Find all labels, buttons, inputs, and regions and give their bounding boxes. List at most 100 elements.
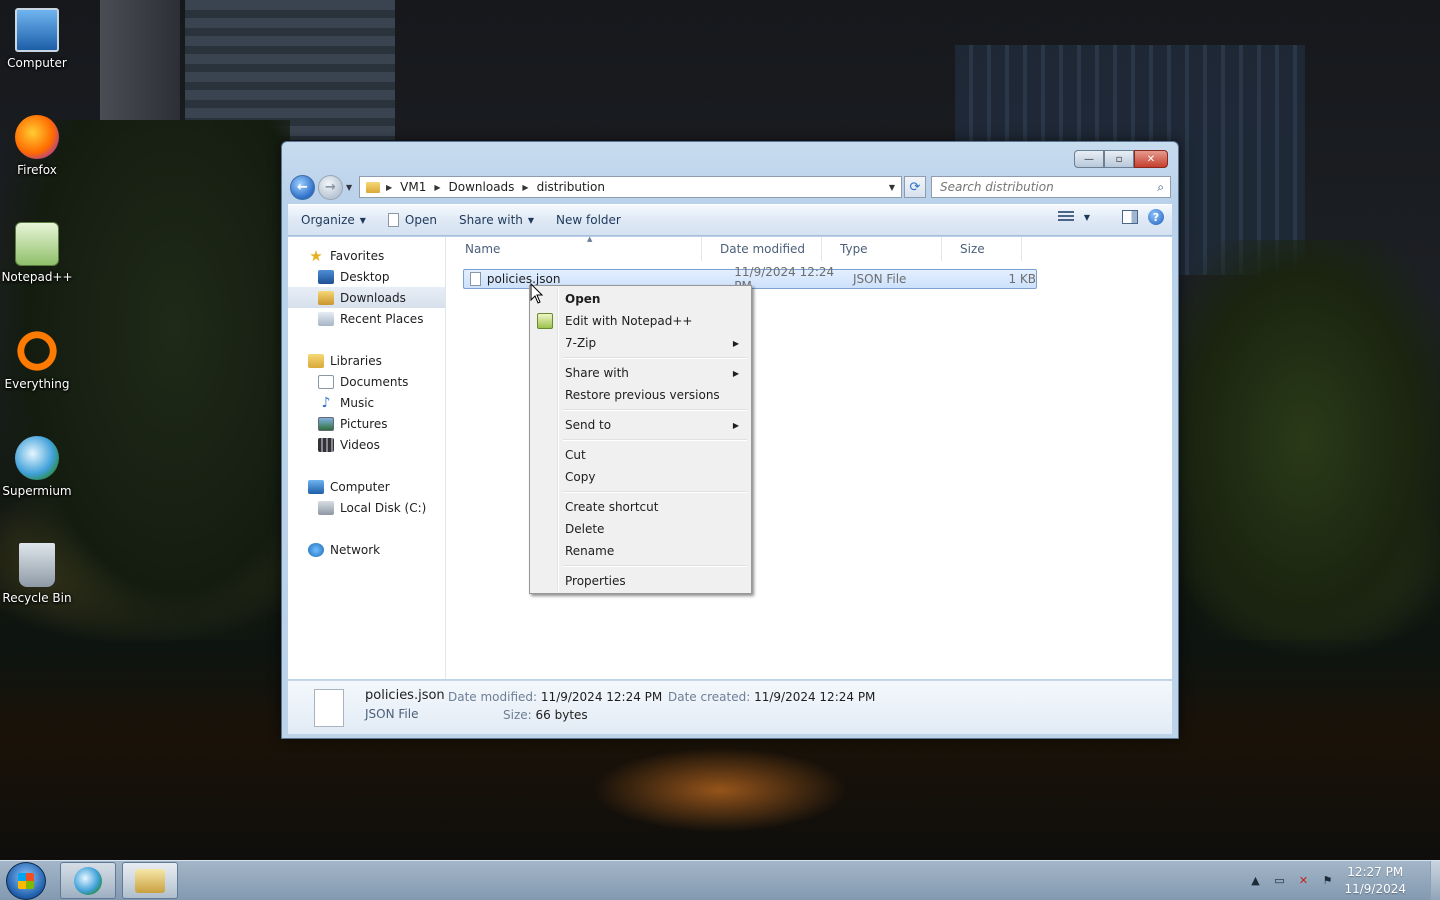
nav-desktop[interactable]: Desktop (288, 266, 445, 287)
taskbar-clock[interactable]: 12:27 PM 11/9/2024 (1344, 864, 1406, 898)
details-date-modified: Date modified: 11/9/2024 12:24 PM (448, 690, 662, 704)
volume-muted-icon[interactable]: ✕ (1296, 874, 1310, 888)
desktop-icon-label: Everything (4, 377, 70, 391)
network-status-icon[interactable]: ▭ (1272, 874, 1286, 888)
menu-item-edit-with-notepad[interactable]: Edit with Notepad++ (532, 310, 749, 332)
menu-separator (532, 354, 749, 362)
firefox-icon (15, 115, 59, 159)
menu-item-restore-previous-versions[interactable]: Restore previous versions (532, 384, 749, 406)
menu-item-properties[interactable]: Properties (532, 570, 749, 592)
recent-pages-dropdown[interactable]: ▼ (346, 183, 352, 192)
desktop-icon-label: Firefox (17, 163, 57, 177)
breadcrumb-distribution[interactable]: distribution (537, 180, 605, 194)
nav-videos[interactable]: Videos (288, 434, 445, 455)
chevron-down-icon[interactable]: ▼ (889, 183, 895, 192)
menu-item-rename[interactable]: Rename (532, 540, 749, 562)
column-header-type[interactable]: Type (822, 237, 942, 261)
nav-label: Favorites (330, 248, 385, 263)
caption-buttons: — ▫ ✕ (1074, 150, 1168, 168)
desktop-icon-label: Supermium (2, 484, 72, 498)
menu-item-send-to[interactable]: Send to ▶ (532, 414, 749, 436)
desktop-icon-supermium[interactable]: Supermium (0, 436, 74, 498)
share-with-button[interactable]: Share with ▼ (450, 208, 543, 232)
chevron-right-icon[interactable]: ▶ (386, 183, 392, 192)
submenu-arrow-icon: ▶ (732, 368, 739, 378)
organize-button[interactable]: Organize ▼ (292, 208, 375, 232)
help-icon[interactable]: ? (1148, 209, 1164, 225)
system-tray: ▲ ▭ ✕ ⚑ 12:27 PM 11/9/2024 (1248, 861, 1440, 900)
search-input[interactable] (940, 180, 1140, 194)
preview-pane-icon[interactable] (1122, 210, 1138, 224)
show-hidden-icons-icon[interactable]: ▲ (1248, 874, 1262, 888)
nav-favorites[interactable]: ★ Favorites (288, 245, 445, 266)
menu-item-share-with[interactable]: Share with ▶ (532, 362, 749, 384)
desktop-icon-recycle-bin[interactable]: Recycle Bin (0, 543, 74, 605)
folder-icon (366, 181, 380, 193)
nav-computer[interactable]: Computer (288, 476, 445, 497)
address-bar[interactable]: ▶ VM1 ▶ Downloads ▶ distribution ▼ (359, 176, 902, 198)
downloads-folder-icon (318, 290, 334, 305)
menu-item-label: Send to (565, 418, 612, 432)
back-button[interactable]: ← (290, 175, 315, 200)
refresh-button[interactable]: ⟳ (904, 176, 926, 198)
details-label: Date modified: (448, 690, 538, 704)
nav-label: Documents (340, 374, 409, 389)
maximize-button[interactable]: ▫ (1104, 150, 1134, 168)
start-button[interactable] (6, 862, 46, 900)
show-desktop-button[interactable] (1430, 861, 1440, 900)
nav-label: Local Disk (C:) (340, 500, 427, 515)
menu-item-create-shortcut[interactable]: Create shortcut (532, 496, 749, 518)
file-date-modified: 11/9/2024 12:24 PM (734, 265, 835, 293)
column-header-date-modified[interactable]: Date modified (702, 237, 822, 261)
nav-local-disk[interactable]: Local Disk (C:) (288, 497, 445, 518)
taskbar-app-supermium[interactable] (60, 862, 116, 899)
menu-item-copy[interactable]: Copy (532, 466, 749, 488)
menu-item-delete[interactable]: Delete (532, 518, 749, 540)
nav-label: Pictures (340, 416, 388, 431)
menu-item-cut[interactable]: Cut (532, 444, 749, 466)
desktop-icon-firefox[interactable]: Firefox (0, 115, 74, 177)
search-icon[interactable]: ⌕ (1157, 180, 1164, 195)
breadcrumb-downloads[interactable]: Downloads (449, 180, 515, 194)
nav-label: Computer (330, 479, 390, 494)
menu-item-label: 7-Zip (565, 336, 597, 350)
navigation-row: ← → ▼ ▶ VM1 ▶ Downloads ▶ distribution ▼… (288, 174, 1172, 200)
navigation-pane: ★ Favorites Desktop Downloads Recent Plac… (288, 237, 446, 679)
nav-pictures[interactable]: Pictures (288, 413, 445, 434)
view-options-icon[interactable] (1057, 211, 1074, 223)
nav-music[interactable]: ♪ Music (288, 392, 445, 413)
forward-button[interactable]: → (318, 175, 343, 200)
nav-network[interactable]: Network (288, 539, 445, 560)
file-name: policies.json (486, 272, 561, 286)
open-button[interactable]: Open (379, 208, 446, 232)
breadcrumb-vm1[interactable]: VM1 (400, 180, 426, 194)
taskbar: ▲ ▭ ✕ ⚑ 12:27 PM 11/9/2024 (0, 860, 1440, 900)
star-icon: ★ (309, 246, 323, 265)
column-header-size[interactable]: Size (942, 237, 1022, 261)
column-header-name[interactable]: Name (447, 237, 702, 261)
pictures-icon (318, 416, 334, 431)
new-folder-button[interactable]: New folder (547, 208, 630, 232)
music-icon: ♪ (321, 394, 331, 411)
new-folder-label: New folder (556, 213, 621, 227)
file-size: 1 KB (1008, 272, 1036, 286)
desktop-icon-everything[interactable]: Everything (0, 329, 74, 391)
chevron-right-icon[interactable]: ▶ (434, 183, 440, 192)
search-box[interactable]: ⌕ (931, 176, 1171, 198)
desktop-icon-label: Recycle Bin (2, 591, 72, 605)
action-center-flag-icon[interactable]: ⚑ (1320, 874, 1334, 888)
nav-recent-places[interactable]: Recent Places (288, 308, 445, 329)
menu-item-open[interactable]: Open (532, 288, 749, 310)
desktop-icon-computer[interactable]: Computer (0, 8, 74, 70)
nav-libraries[interactable]: Libraries (288, 350, 445, 371)
minimize-button[interactable]: — (1074, 150, 1104, 168)
nav-documents[interactable]: Documents (288, 371, 445, 392)
menu-item-7zip[interactable]: 7-Zip ▶ (532, 332, 749, 354)
close-button[interactable]: ✕ (1134, 150, 1168, 168)
chevron-down-icon[interactable]: ▼ (1084, 213, 1090, 222)
desktop-icon-label: Notepad++ (1, 270, 73, 284)
taskbar-app-explorer[interactable] (122, 862, 178, 899)
nav-downloads[interactable]: Downloads (288, 287, 445, 308)
chevron-right-icon[interactable]: ▶ (522, 183, 528, 192)
desktop-icon-notepad-plus-plus[interactable]: Notepad++ (0, 222, 74, 284)
